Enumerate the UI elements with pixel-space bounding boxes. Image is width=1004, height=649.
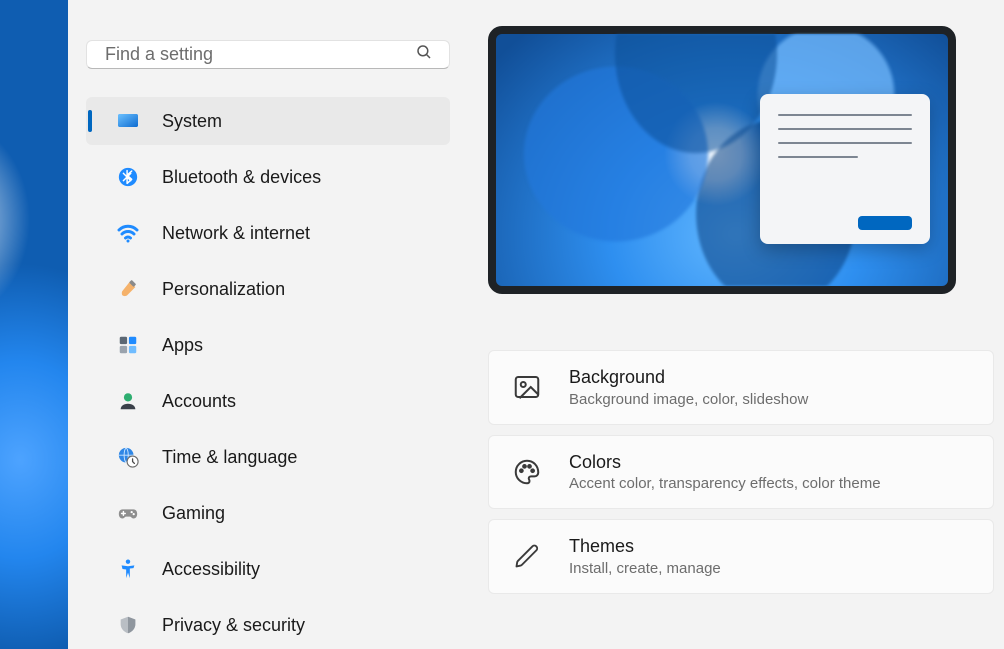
sidebar-item-label: Accounts xyxy=(162,391,450,412)
settings-sidebar: System Bluetooth & devices Network & int… xyxy=(68,0,468,649)
preview-sample-window xyxy=(760,94,930,244)
apps-icon xyxy=(116,333,140,357)
preview-line xyxy=(778,142,912,144)
sidebar-item-label: Apps xyxy=(162,335,450,356)
preview-line xyxy=(778,156,858,158)
card-subtitle: Accent color, transparency effects, colo… xyxy=(569,475,881,492)
sidebar-item-label: System xyxy=(162,111,450,132)
main-content: Background Background image, color, slid… xyxy=(468,0,1004,649)
sidebar-item-label: Bluetooth & devices xyxy=(162,167,450,188)
sidebar-item-privacy[interactable]: Privacy & security xyxy=(86,601,450,649)
sidebar-item-bluetooth[interactable]: Bluetooth & devices xyxy=(86,153,450,201)
card-title: Themes xyxy=(569,536,721,558)
picture-icon xyxy=(511,371,543,403)
paintbrush-icon xyxy=(116,277,140,301)
settings-cards: Background Background image, color, slid… xyxy=(488,350,994,594)
preview-accent-button xyxy=(858,216,912,230)
sidebar-item-label: Privacy & security xyxy=(162,615,450,636)
sidebar-item-network[interactable]: Network & internet xyxy=(86,209,450,257)
sidebar-item-gaming[interactable]: Gaming xyxy=(86,489,450,537)
shield-icon xyxy=(116,613,140,637)
bluetooth-icon xyxy=(116,165,140,189)
search-input[interactable] xyxy=(103,43,415,66)
monitor-icon xyxy=(116,109,140,133)
globe-clock-icon xyxy=(116,445,140,469)
sidebar-item-label: Network & internet xyxy=(162,223,450,244)
card-subtitle: Install, create, manage xyxy=(569,560,721,577)
settings-search-box[interactable] xyxy=(86,40,450,69)
card-colors[interactable]: Colors Accent color, transparency effect… xyxy=(488,435,994,510)
pen-icon xyxy=(511,540,543,572)
preview-line xyxy=(778,114,912,116)
sidebar-item-label: Personalization xyxy=(162,279,450,300)
desktop-wallpaper-strip xyxy=(0,0,68,649)
sidebar-item-accessibility[interactable]: Accessibility xyxy=(86,545,450,593)
palette-icon xyxy=(511,456,543,488)
wifi-icon xyxy=(116,221,140,245)
sidebar-item-apps[interactable]: Apps xyxy=(86,321,450,369)
person-icon xyxy=(116,389,140,413)
card-subtitle: Background image, color, slideshow xyxy=(569,391,808,408)
sidebar-item-personalization[interactable]: Personalization xyxy=(86,265,450,313)
sidebar-item-label: Accessibility xyxy=(162,559,450,580)
sidebar-item-label: Time & language xyxy=(162,447,450,468)
gamepad-icon xyxy=(116,501,140,525)
search-icon xyxy=(415,43,433,66)
card-title: Background xyxy=(569,367,808,389)
settings-nav-list: System Bluetooth & devices Network & int… xyxy=(86,97,450,649)
sidebar-item-label: Gaming xyxy=(162,503,450,524)
card-title: Colors xyxy=(569,452,881,474)
sidebar-item-accounts[interactable]: Accounts xyxy=(86,377,450,425)
accessibility-icon xyxy=(116,557,140,581)
preview-line xyxy=(778,128,912,130)
personalization-preview xyxy=(488,26,956,294)
card-background[interactable]: Background Background image, color, slid… xyxy=(488,350,994,425)
card-themes[interactable]: Themes Install, create, manage xyxy=(488,519,994,594)
sidebar-item-time-language[interactable]: Time & language xyxy=(86,433,450,481)
sidebar-item-system[interactable]: System xyxy=(86,97,450,145)
